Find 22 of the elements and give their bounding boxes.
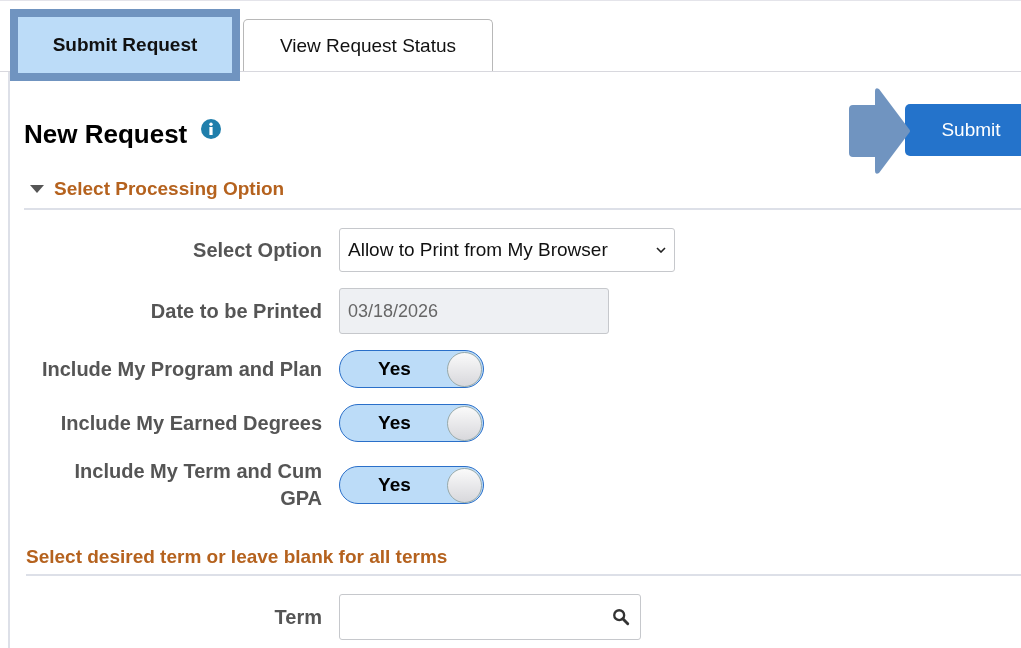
chevron-down-icon[interactable]: [656, 247, 666, 253]
term-lookup-field[interactable]: [339, 594, 641, 640]
toggle-switch[interactable]: Yes: [339, 404, 484, 442]
field-label: Include My Program and Plan: [41, 356, 322, 382]
section-title[interactable]: Select Processing Option: [54, 178, 285, 200]
info-icon[interactable]: [201, 119, 222, 139]
tab[interactable]: View Request Status: [243, 19, 493, 71]
pointer-arrow-icon: [847, 87, 911, 175]
tab[interactable]: Submit Request: [10, 9, 240, 81]
option-dropdown[interactable]: Allow to Print from My Browser: [339, 228, 675, 272]
submit-button[interactable]: Submit: [905, 104, 1021, 156]
page-title: New Request: [24, 118, 188, 150]
field-label: Date to be Printed: [150, 298, 322, 324]
collapse-caret-icon[interactable]: [30, 185, 44, 193]
toggle-switch[interactable]: Yes: [339, 350, 484, 388]
field-label: Include My Term and Cum GPA: [73, 459, 322, 511]
field-label: Select Option: [193, 237, 322, 263]
search-icon[interactable]: [612, 608, 630, 626]
section-title: Select desired term or leave blank for all terms: [26, 546, 448, 567]
field-label: Include My Earned Degrees: [60, 410, 322, 436]
toggle-switch[interactable]: Yes: [339, 466, 484, 504]
field-label: Term: [274, 604, 322, 630]
